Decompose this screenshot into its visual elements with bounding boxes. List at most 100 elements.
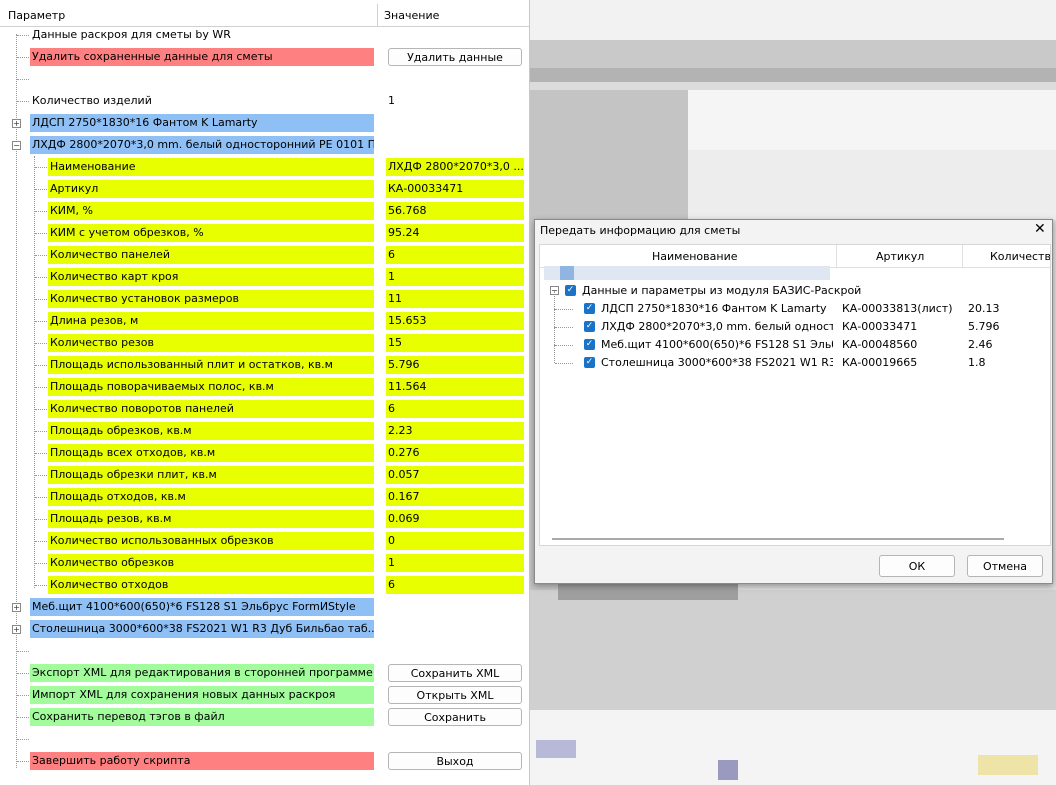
- import-xml-row: Импорт XML для сохранения новых данных р…: [0, 684, 529, 706]
- item-article: КА-00019665: [842, 356, 918, 369]
- material-row[interactable]: + ЛДСП 2750*1830*16 Фантом K Lamarty: [0, 112, 529, 134]
- property-label: Количество панелей: [48, 246, 374, 264]
- property-row: Количество панелей 6: [0, 244, 529, 266]
- property-row: Площадь отходов, кв.м 0.167: [0, 486, 529, 508]
- expand-icon[interactable]: +: [12, 119, 21, 128]
- property-value[interactable]: 1: [386, 268, 524, 286]
- property-panel: Параметр Значение Данные раскроя для сме…: [0, 0, 530, 785]
- property-row: Площадь обрезков, кв.м 2.23: [0, 420, 529, 442]
- item-article: КА-00033813(лист): [842, 302, 953, 315]
- material-label: Столешница 3000*600*38 FS2021 W1 R3 Дуб …: [30, 620, 374, 638]
- property-value[interactable]: 5.796: [386, 356, 524, 374]
- empty-row: [0, 68, 529, 90]
- material-row[interactable]: + Меб.щит 4100*600(650)*6 FS128 S1 Эльбр…: [0, 596, 529, 618]
- dialog-title: Передать информацию для сметы: [540, 224, 741, 237]
- property-label: Количество использованных обрезков: [48, 532, 374, 550]
- property-row: Площадь обрезки плит, кв.м 0.057: [0, 464, 529, 486]
- filter-row[interactable]: [540, 266, 1050, 280]
- property-label: Наименование: [48, 158, 374, 176]
- tree-root-row[interactable]: − ✓ Данные и параметры из модуля БАЗИС-Р…: [540, 282, 1050, 300]
- checkbox-checked-icon[interactable]: ✓: [584, 357, 595, 368]
- save-tags-label: Сохранить перевод тэгов в файл: [30, 708, 374, 726]
- column-quantity[interactable]: Количество: [990, 250, 1050, 263]
- count-items-row: Количество изделий 1: [0, 90, 529, 112]
- item-name: Меб.щит 4100*600(650)*6 FS128 S1 Эльб...: [601, 338, 833, 351]
- property-row: Количество установок размеров 11: [0, 288, 529, 310]
- property-row: Количество отходов 6: [0, 574, 529, 596]
- item-quantity: 20.13: [968, 302, 1000, 315]
- property-value[interactable]: 15.653: [386, 312, 524, 330]
- ok-button[interactable]: ОК: [879, 555, 955, 577]
- property-value[interactable]: 6: [386, 246, 524, 264]
- item-quantity: 5.796: [968, 320, 1000, 333]
- property-value[interactable]: 95.24: [386, 224, 524, 242]
- open-xml-button[interactable]: Открыть XML: [388, 686, 522, 704]
- item-quantity: 1.8: [968, 356, 986, 369]
- property-value[interactable]: 6: [386, 576, 524, 594]
- close-icon[interactable]: ✕: [1034, 221, 1046, 237]
- export-xml-row: Экспорт XML для редактирования в сторонн…: [0, 662, 529, 684]
- collapse-icon[interactable]: −: [12, 141, 21, 150]
- count-items-value[interactable]: 1: [386, 92, 524, 110]
- property-label: Количество карт кроя: [48, 268, 374, 286]
- cancel-button[interactable]: Отмена: [967, 555, 1043, 577]
- grid-item-row[interactable]: ✓ Столешница 3000*600*38 FS2021 W1 R3 ...…: [540, 345, 1050, 372]
- column-name[interactable]: Наименование: [652, 250, 737, 263]
- property-value[interactable]: 0.069: [386, 510, 524, 528]
- property-value[interactable]: 2.23: [386, 422, 524, 440]
- checkbox-checked-icon[interactable]: ✓: [584, 339, 595, 350]
- property-value[interactable]: 0.057: [386, 466, 524, 484]
- item-article: КА-00033471: [842, 320, 918, 333]
- grid-item-row[interactable]: ✓ Меб.щит 4100*600(650)*6 FS128 S1 Эльб..…: [540, 327, 1050, 354]
- delete-saved-row: Удалить сохраненные данные для сметы Уда…: [0, 46, 529, 68]
- property-value[interactable]: 0.167: [386, 488, 524, 506]
- property-label: Артикул: [48, 180, 374, 198]
- horizontal-scrollbar[interactable]: [552, 538, 1004, 540]
- expand-icon[interactable]: +: [12, 603, 21, 612]
- title-row: Данные раскроя для сметы by WR: [0, 24, 529, 46]
- property-row: Количество резов 15: [0, 332, 529, 354]
- property-value[interactable]: КА-00033471: [386, 180, 524, 198]
- save-tags-row: Сохранить перевод тэгов в файл Сохранить: [0, 706, 529, 728]
- grid-item-row[interactable]: ✓ ЛХДФ 2800*2070*3,0 mm. белый односто...…: [540, 309, 1050, 336]
- property-value[interactable]: 0: [386, 532, 524, 550]
- finish-row: Завершить работу скрипта Выход: [0, 750, 529, 772]
- property-row: Количество карт кроя 1: [0, 266, 529, 288]
- property-row: КИМ, % 56.768: [0, 200, 529, 222]
- property-row: Площадь использованный плит и остатков, …: [0, 354, 529, 376]
- exit-button[interactable]: Выход: [388, 752, 522, 770]
- property-label: Количество резов: [48, 334, 374, 352]
- material-label: Меб.щит 4100*600(650)*6 FS128 S1 Эльбрус…: [30, 598, 374, 616]
- property-value[interactable]: 56.768: [386, 202, 524, 220]
- property-label: Площадь отходов, кв.м: [48, 488, 374, 506]
- property-value[interactable]: 11.564: [386, 378, 524, 396]
- column-article[interactable]: Артикул: [876, 250, 924, 263]
- property-row: Наименование ЛХДФ 2800*2070*3,0 ...: [0, 156, 529, 178]
- grid-item-row[interactable]: ✓ ЛДСП 2750*1830*16 Фантом K Lamarty КА-00…: [540, 291, 1050, 318]
- save-xml-button[interactable]: Сохранить XML: [388, 664, 522, 682]
- checkbox-checked-icon[interactable]: ✓: [584, 303, 595, 314]
- column-value[interactable]: Значение: [384, 9, 439, 22]
- delete-data-button[interactable]: Удалить данные: [388, 48, 522, 66]
- item-article: КА-00048560: [842, 338, 918, 351]
- property-value[interactable]: ЛХДФ 2800*2070*3,0 ...: [386, 158, 524, 176]
- save-button[interactable]: Сохранить: [388, 708, 522, 726]
- property-value[interactable]: 1: [386, 554, 524, 572]
- checkbox-checked-icon[interactable]: ✓: [584, 321, 595, 332]
- column-parameter[interactable]: Параметр: [8, 9, 65, 22]
- property-value[interactable]: 0.276: [386, 444, 524, 462]
- title-label: Данные раскроя для сметы by WR: [32, 28, 231, 41]
- material-row[interactable]: − ЛХДФ 2800*2070*3,0 mm. белый односторо…: [0, 134, 529, 156]
- property-row: Площадь поворачиваемых полос, кв.м 11.564: [0, 376, 529, 398]
- count-items-label: Количество изделий: [32, 94, 152, 107]
- tree-root-label: Данные и параметры из модуля БАЗИС-Раскр…: [582, 284, 862, 297]
- import-xml-label: Импорт XML для сохранения новых данных р…: [30, 686, 374, 704]
- property-value[interactable]: 15: [386, 334, 524, 352]
- property-value[interactable]: 11: [386, 290, 524, 308]
- expand-icon[interactable]: +: [12, 625, 21, 634]
- checkbox-checked-icon[interactable]: ✓: [565, 285, 576, 296]
- property-label: КИМ с учетом обрезков, %: [48, 224, 374, 242]
- material-row[interactable]: + Столешница 3000*600*38 FS2021 W1 R3 Ду…: [0, 618, 529, 640]
- property-label: Количество установок размеров: [48, 290, 374, 308]
- property-value[interactable]: 6: [386, 400, 524, 418]
